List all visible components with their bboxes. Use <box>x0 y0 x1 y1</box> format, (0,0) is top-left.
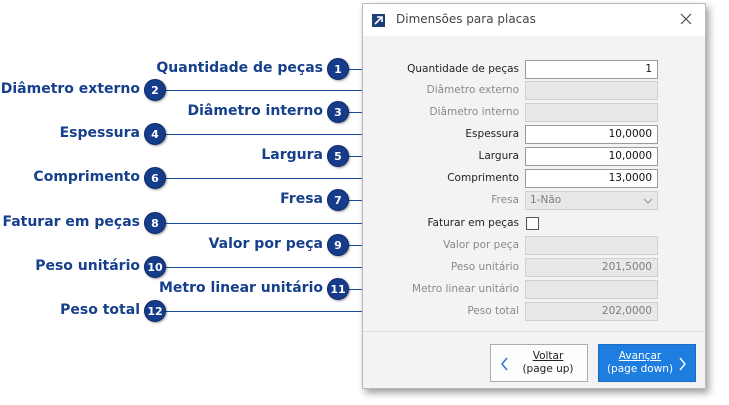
chevron-down-icon <box>643 195 653 212</box>
callout-label: Peso unitário <box>35 258 140 274</box>
unit-weight-label: Peso unitário <box>450 261 519 273</box>
width-field[interactable]: 10,0000 <box>525 147 658 166</box>
width-value: 10,0000 <box>608 150 652 162</box>
callout-label: Espessura <box>59 125 140 141</box>
unit-weight-field: 201,5000 <box>525 258 658 277</box>
quantity-field[interactable]: 1 <box>525 60 658 79</box>
expand-arrow-icon <box>372 14 385 27</box>
back-button-shortcut: (page up) <box>522 363 574 375</box>
callout-badge: 2 <box>144 79 166 101</box>
thickness-field[interactable]: 10,0000 <box>525 125 658 144</box>
length-label: Comprimento <box>447 172 519 184</box>
quantity-value: 1 <box>645 63 652 75</box>
callout-badge: 10 <box>144 256 166 278</box>
close-icon[interactable] <box>677 10 695 28</box>
next-button[interactable]: Avançar (page down) <box>598 344 696 382</box>
unit-linear-meter-label: Metro linear unitário <box>412 283 519 295</box>
title-bar: Dimensões para placas <box>363 4 705 36</box>
callout-label: Quantidade de peças <box>156 60 323 76</box>
callout-badge: 3 <box>327 101 349 123</box>
outer-diameter-label: Diâmetro externo <box>426 84 519 96</box>
callout-label: Peso total <box>60 302 140 318</box>
callout-label: Fresa <box>280 191 323 207</box>
callout-label: Comprimento <box>33 169 140 185</box>
callout-badge: 11 <box>327 278 349 300</box>
bill-by-pieces-checkbox[interactable] <box>526 217 539 230</box>
callout-label: Faturar em peças <box>2 214 140 230</box>
unit-weight-value: 201,5000 <box>601 261 652 273</box>
callout-badge: 5 <box>327 145 349 167</box>
dimensions-dialog: Dimensões para placas Quantidade de peça… <box>362 3 706 389</box>
callout-label: Diâmetro externo <box>0 81 140 97</box>
thickness-value: 10,0000 <box>608 128 652 140</box>
mill-value: 1-Não <box>530 194 562 206</box>
total-weight-field: 202,0000 <box>525 302 658 321</box>
callout-badge: 8 <box>144 212 166 234</box>
total-weight-label: Peso total <box>467 305 519 317</box>
callout-badge: 7 <box>327 189 349 211</box>
mill-select: 1-Não <box>525 191 658 210</box>
length-value: 13,0000 <box>608 172 652 184</box>
callout-badge: 9 <box>327 234 349 256</box>
total-weight-value: 202,0000 <box>601 305 652 317</box>
thickness-label: Espessura <box>465 128 519 140</box>
inner-diameter-label: Diâmetro interno <box>429 106 519 118</box>
chevron-right-icon <box>677 357 687 374</box>
bill-by-pieces-label: Faturar em peças <box>427 217 519 229</box>
price-per-piece-field <box>525 236 658 255</box>
callout-badge: 4 <box>144 123 166 145</box>
callout-badge: 6 <box>144 167 166 189</box>
quantity-label: Quantidade de peças <box>407 63 519 75</box>
footer-divider <box>363 331 705 332</box>
chevron-left-icon <box>500 357 510 374</box>
callout-label: Metro linear unitário <box>159 280 323 296</box>
length-field[interactable]: 13,0000 <box>525 169 658 188</box>
inner-diameter-field <box>525 103 658 122</box>
dialog-title: Dimensões para placas <box>396 12 536 26</box>
price-per-piece-label: Valor por peça <box>443 239 519 251</box>
width-label: Largura <box>478 150 520 162</box>
back-button-label: Voltar <box>532 350 564 362</box>
mill-label: Fresa <box>491 194 519 206</box>
outer-diameter-field <box>525 81 658 100</box>
callout-badge: 12 <box>144 300 166 322</box>
next-button-shortcut: (page down) <box>606 363 674 375</box>
unit-linear-meter-field <box>525 280 658 299</box>
callout-label: Diâmetro interno <box>187 103 323 119</box>
back-button[interactable]: Voltar (page up) <box>490 344 588 382</box>
callout-badge: 1 <box>327 58 349 80</box>
callout-label: Largura <box>261 147 323 163</box>
callout-label: Valor por peça <box>208 236 323 252</box>
next-button-label: Avançar <box>618 350 662 362</box>
